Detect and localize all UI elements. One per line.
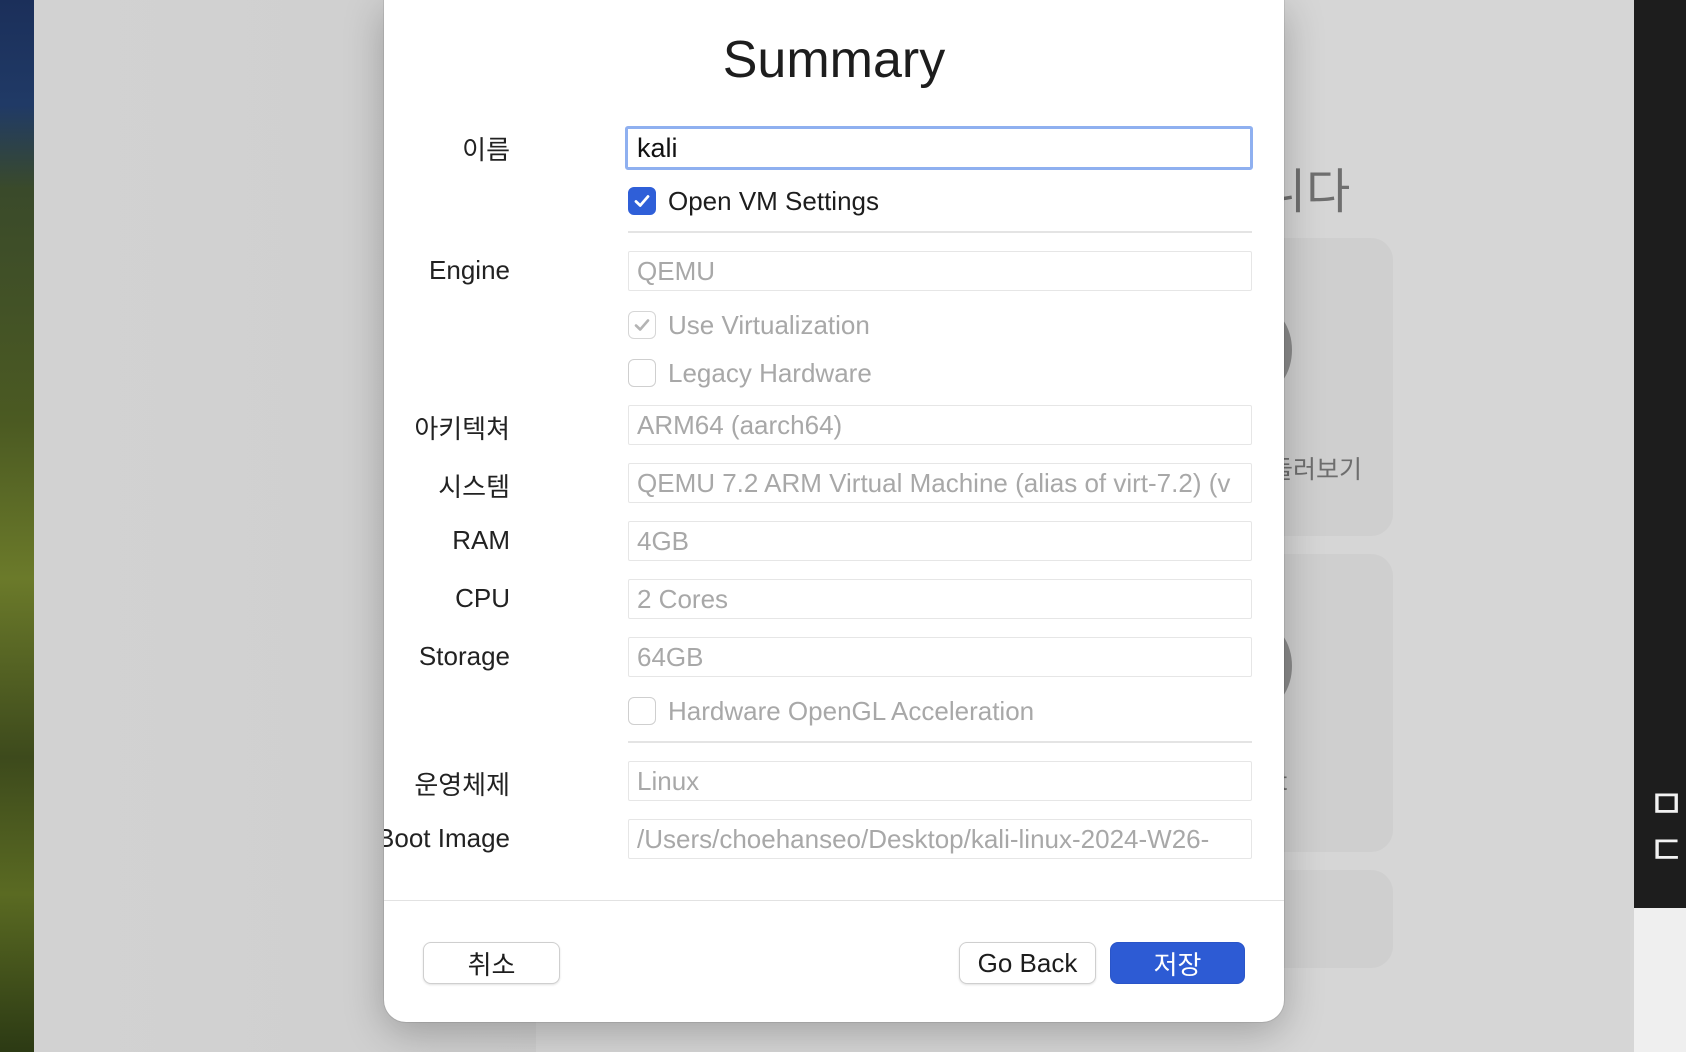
os-label: 운영체제 bbox=[414, 770, 510, 800]
checkmark-icon bbox=[634, 195, 650, 207]
legacy-hardware-checkbox bbox=[628, 359, 656, 387]
footer-divider bbox=[384, 900, 1284, 901]
adjacent-window-glyph: ㄷ 후 bbox=[1648, 829, 1686, 873]
boot-image-field: /Users/choehanseo/Desktop/kali-linux-202… bbox=[628, 819, 1252, 859]
cpu-field: 2 Cores bbox=[628, 579, 1252, 619]
summary-dialog: Summary 이름 Open VM Settings Engine QEMU … bbox=[384, 0, 1284, 1022]
ram-label: RAM bbox=[452, 525, 510, 555]
legacy-hardware-checkbox-row: Legacy Hardware bbox=[628, 357, 872, 389]
engine-field: QEMU bbox=[628, 251, 1252, 291]
architecture-field: ARM64 (aarch64) bbox=[628, 405, 1252, 445]
hardware-opengl-checkbox-row: Hardware OpenGL Acceleration bbox=[628, 695, 1034, 727]
checkmark-icon bbox=[634, 319, 650, 331]
adjacent-window-text: ㅁ ㄷ 후 bbox=[1648, 782, 1686, 874]
name-input[interactable] bbox=[625, 126, 1253, 170]
architecture-label: 아키텍쳐 bbox=[414, 414, 510, 444]
go-back-button[interactable]: Go Back bbox=[959, 942, 1096, 984]
open-vm-settings-checkbox[interactable] bbox=[628, 187, 656, 215]
name-label: 이름 bbox=[462, 135, 510, 165]
adjacent-window bbox=[1634, 0, 1686, 908]
use-virtualization-label: Use Virtualization bbox=[668, 309, 870, 340]
cancel-button[interactable]: 취소 bbox=[423, 942, 560, 984]
save-button[interactable]: 저장 bbox=[1110, 942, 1245, 984]
system-label: 시스템 bbox=[438, 472, 510, 502]
use-virtualization-checkbox-row: Use Virtualization bbox=[628, 309, 870, 341]
engine-label: Engine bbox=[429, 255, 510, 285]
cpu-label: CPU bbox=[455, 583, 510, 613]
storage-field: 64GB bbox=[628, 637, 1252, 677]
storage-label: Storage bbox=[418, 641, 510, 671]
dialog-title: Summary bbox=[722, 31, 946, 89]
use-virtualization-checkbox bbox=[628, 311, 656, 339]
hardware-opengl-checkbox bbox=[628, 697, 656, 725]
ram-field: 4GB bbox=[628, 521, 1252, 561]
adjacent-window-lower bbox=[1634, 908, 1686, 1052]
os-field: Linux bbox=[628, 761, 1252, 801]
section-divider bbox=[628, 231, 1252, 233]
section-divider bbox=[628, 741, 1252, 743]
legacy-hardware-label: Legacy Hardware bbox=[668, 357, 872, 388]
adjacent-window-glyph: ㅁ bbox=[1648, 783, 1685, 827]
boot-image-label: Boot Image bbox=[384, 823, 510, 853]
hardware-opengl-label: Hardware OpenGL Acceleration bbox=[668, 695, 1035, 726]
open-vm-settings-checkbox-row[interactable]: Open VM Settings bbox=[628, 185, 879, 217]
desktop-wallpaper bbox=[0, 0, 36, 1052]
open-vm-settings-label: Open VM Settings bbox=[668, 185, 879, 216]
system-field: QEMU 7.2 ARM Virtual Machine (alias of v… bbox=[628, 463, 1252, 503]
